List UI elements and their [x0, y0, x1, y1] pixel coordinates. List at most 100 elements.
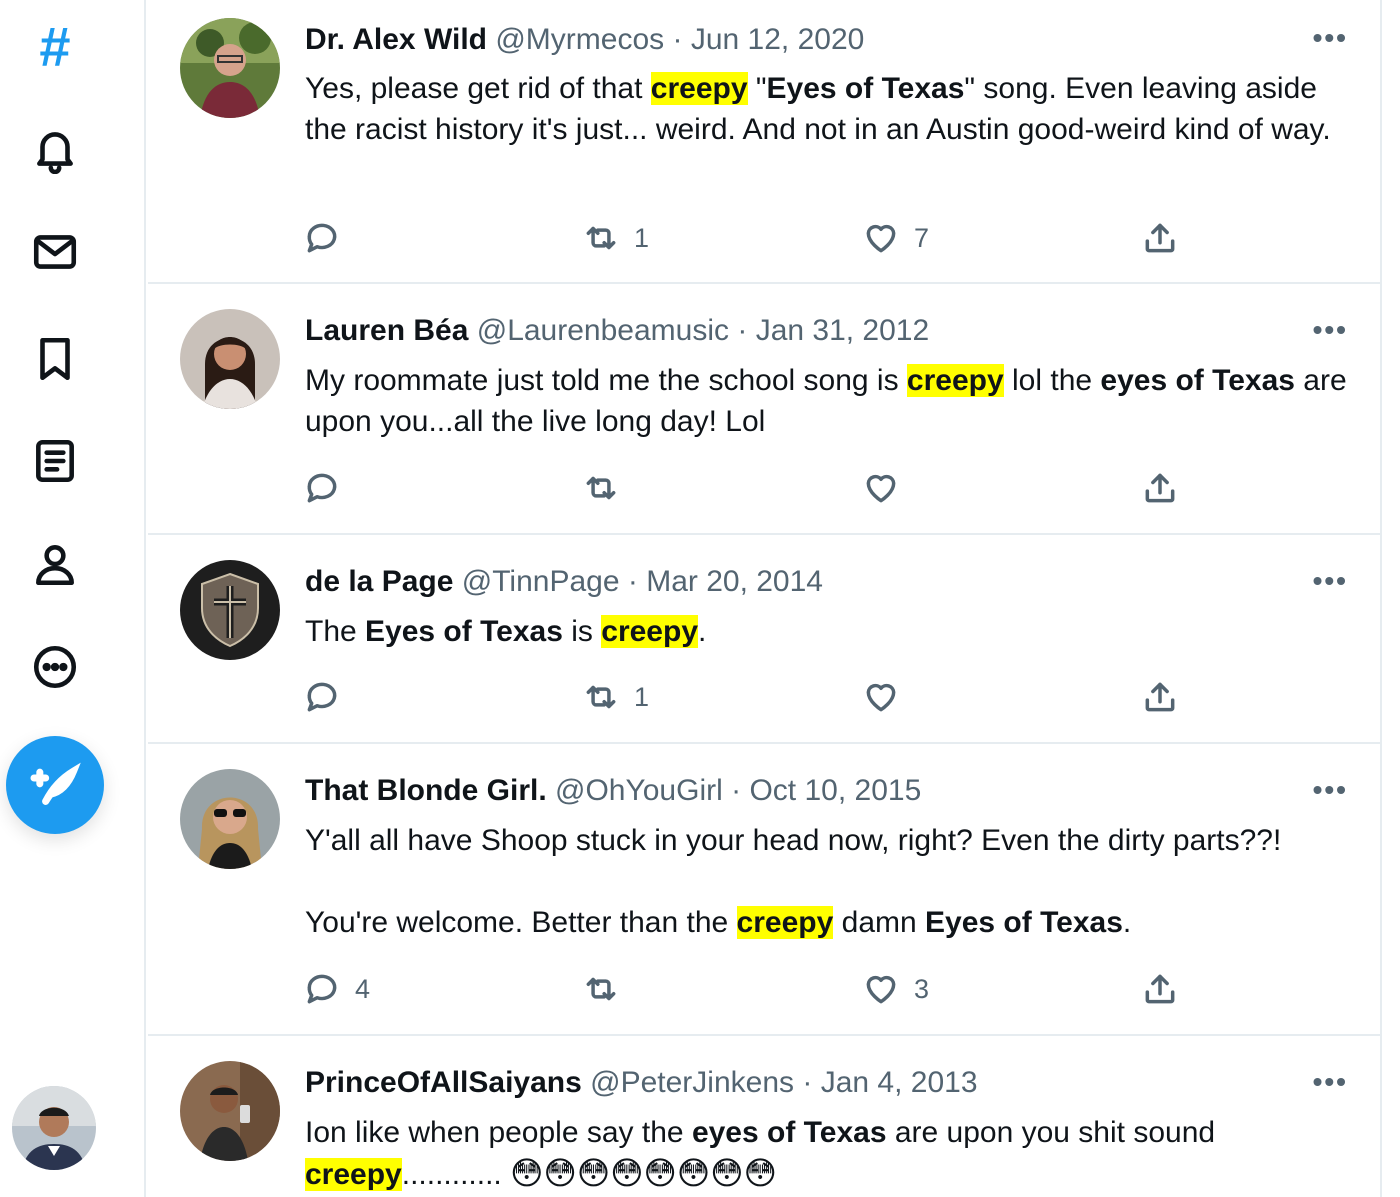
author-name[interactable]: That Blonde Girl.: [305, 774, 547, 807]
tweet[interactable]: Lauren Béa @Laurenbeamusic · Jan 31, 201…: [148, 284, 1382, 535]
text-segment: are upon you shit sound: [886, 1116, 1224, 1149]
reply-icon: [307, 223, 337, 253]
share-button[interactable]: [1141, 216, 1179, 260]
heart-icon: [866, 474, 896, 503]
explore-hashtag-icon[interactable]: #: [26, 18, 84, 76]
tweet-date[interactable]: Mar 20, 2014: [646, 565, 823, 598]
avatar[interactable]: [180, 309, 280, 409]
account-avatar[interactable]: [12, 1086, 96, 1170]
more-menu-icon[interactable]: •••: [1313, 776, 1348, 804]
reply-icon: [307, 682, 337, 712]
lists-icon[interactable]: [26, 432, 84, 490]
tweet[interactable]: de la Page @TinnPage · Mar 20, 2014 ••• …: [148, 535, 1382, 744]
author-handle[interactable]: @OhYouGirl: [555, 774, 723, 807]
reply-button[interactable]: 4: [303, 967, 370, 1011]
compose-tweet-button[interactable]: [6, 736, 104, 834]
text-segment: damn: [833, 906, 926, 939]
more-menu-icon[interactable]: •••: [1313, 567, 1348, 595]
compose-feather-icon: [30, 762, 81, 805]
tweet-date[interactable]: Jan 4, 2013: [821, 1066, 978, 1099]
reply-icon: [307, 974, 337, 1004]
retweet-button[interactable]: 1: [582, 675, 649, 719]
author-name[interactable]: de la Page: [305, 565, 453, 598]
separator: ·: [802, 1066, 813, 1099]
tweet-date[interactable]: Jun 12, 2020: [691, 23, 864, 56]
share-icon: [1145, 974, 1175, 1004]
bold-term: Eyes of Texas: [925, 906, 1123, 939]
tweet-text: The Eyes of Texas is creepy.: [305, 611, 1365, 652]
tweet-date[interactable]: Jan 31, 2012: [756, 314, 929, 347]
retweet-count: 1: [634, 222, 650, 253]
text-segment: ": [747, 72, 767, 105]
avatar[interactable]: [180, 1061, 280, 1161]
avatar[interactable]: [180, 560, 280, 660]
share-icon: [1145, 682, 1175, 712]
author-handle[interactable]: @TinnPage: [462, 565, 620, 598]
tweet-actions: 4 3: [303, 967, 1203, 1011]
tweet-actions: 1: [303, 675, 1203, 719]
emoji-run: 😳😳😳😳😳😳😳😳: [510, 1155, 777, 1191]
share-button[interactable]: [1141, 466, 1179, 510]
reply-icon: [307, 473, 337, 503]
retweet-button[interactable]: 1: [582, 216, 649, 260]
like-count: 7: [914, 222, 930, 253]
text-segment: is: [562, 615, 602, 648]
reply-button[interactable]: [303, 216, 355, 260]
bold-term: eyes of Texas: [691, 1116, 887, 1149]
messages-icon[interactable]: [26, 223, 84, 281]
bookmarks-icon[interactable]: [26, 330, 84, 388]
tweet[interactable]: Dr. Alex Wild @Myrmecos · Jun 12, 2020 •…: [148, 0, 1382, 284]
author-name[interactable]: Lauren Béa: [305, 314, 468, 347]
reply-button[interactable]: [303, 466, 355, 510]
like-button[interactable]: [862, 466, 914, 510]
profile-icon[interactable]: [26, 535, 84, 593]
share-icon: [1145, 473, 1175, 503]
tweet-actions: [303, 466, 1203, 510]
separator: ·: [737, 314, 748, 347]
like-count: 3: [914, 973, 930, 1004]
text-segment: Yes, please get rid of that: [305, 72, 651, 105]
author-handle[interactable]: @PeterJinkens: [590, 1066, 794, 1099]
tweet-text: Yes, please get rid of that creepy "Eyes…: [305, 68, 1365, 150]
reply-count: 4: [355, 973, 371, 1004]
separator: ·: [627, 565, 638, 598]
tweet-date[interactable]: Oct 10, 2015: [749, 774, 921, 807]
retweet-count: 1: [634, 681, 650, 712]
retweet-button[interactable]: [582, 466, 634, 510]
retweet-icon: [586, 685, 616, 709]
tweet-header: PrinceOfAllSaiyans @PeterJinkens · Jan 4…: [305, 1063, 1352, 1103]
heart-icon: [866, 975, 896, 1004]
heart-icon: [866, 224, 896, 253]
tweet[interactable]: PrinceOfAllSaiyans @PeterJinkens · Jan 4…: [148, 1036, 1382, 1197]
like-button[interactable]: 3: [862, 967, 929, 1011]
author-handle[interactable]: @Laurenbeamusic: [477, 314, 729, 347]
share-button[interactable]: [1141, 675, 1179, 719]
more-menu-icon[interactable]: •••: [1313, 24, 1348, 52]
like-button[interactable]: [862, 675, 914, 719]
more-menu-icon[interactable]: •••: [1313, 1068, 1348, 1096]
avatar[interactable]: [180, 769, 280, 869]
separator: ·: [672, 23, 683, 56]
reply-button[interactable]: [303, 675, 355, 719]
text-segment: Ion like when people say the: [305, 1116, 692, 1149]
retweet-button[interactable]: [582, 967, 634, 1011]
more-menu-icon[interactable]: •••: [1313, 316, 1348, 344]
bold-term: eyes of Texas: [1100, 364, 1295, 397]
author-name[interactable]: Dr. Alex Wild: [305, 23, 487, 56]
author-name[interactable]: PrinceOfAllSaiyans: [305, 1066, 582, 1099]
tweet[interactable]: That Blonde Girl. @OhYouGirl · Oct 10, 2…: [148, 744, 1382, 1036]
more-options-icon[interactable]: [26, 638, 84, 696]
bold-term: Eyes of Texas: [365, 615, 563, 648]
bold-term: Eyes of Texas: [766, 72, 965, 105]
notifications-icon[interactable]: [26, 120, 84, 178]
text-segment: The: [305, 615, 366, 648]
author-handle[interactable]: @Myrmecos: [495, 23, 664, 56]
text-segment: .: [1122, 906, 1132, 939]
highlighted-term: creepy: [601, 615, 699, 648]
share-button[interactable]: [1141, 967, 1179, 1011]
like-button[interactable]: 7: [862, 216, 929, 260]
left-sidebar: #: [0, 0, 146, 1197]
avatar[interactable]: [180, 18, 280, 118]
tweet-header: That Blonde Girl. @OhYouGirl · Oct 10, 2…: [305, 771, 1352, 811]
share-icon: [1145, 223, 1175, 253]
